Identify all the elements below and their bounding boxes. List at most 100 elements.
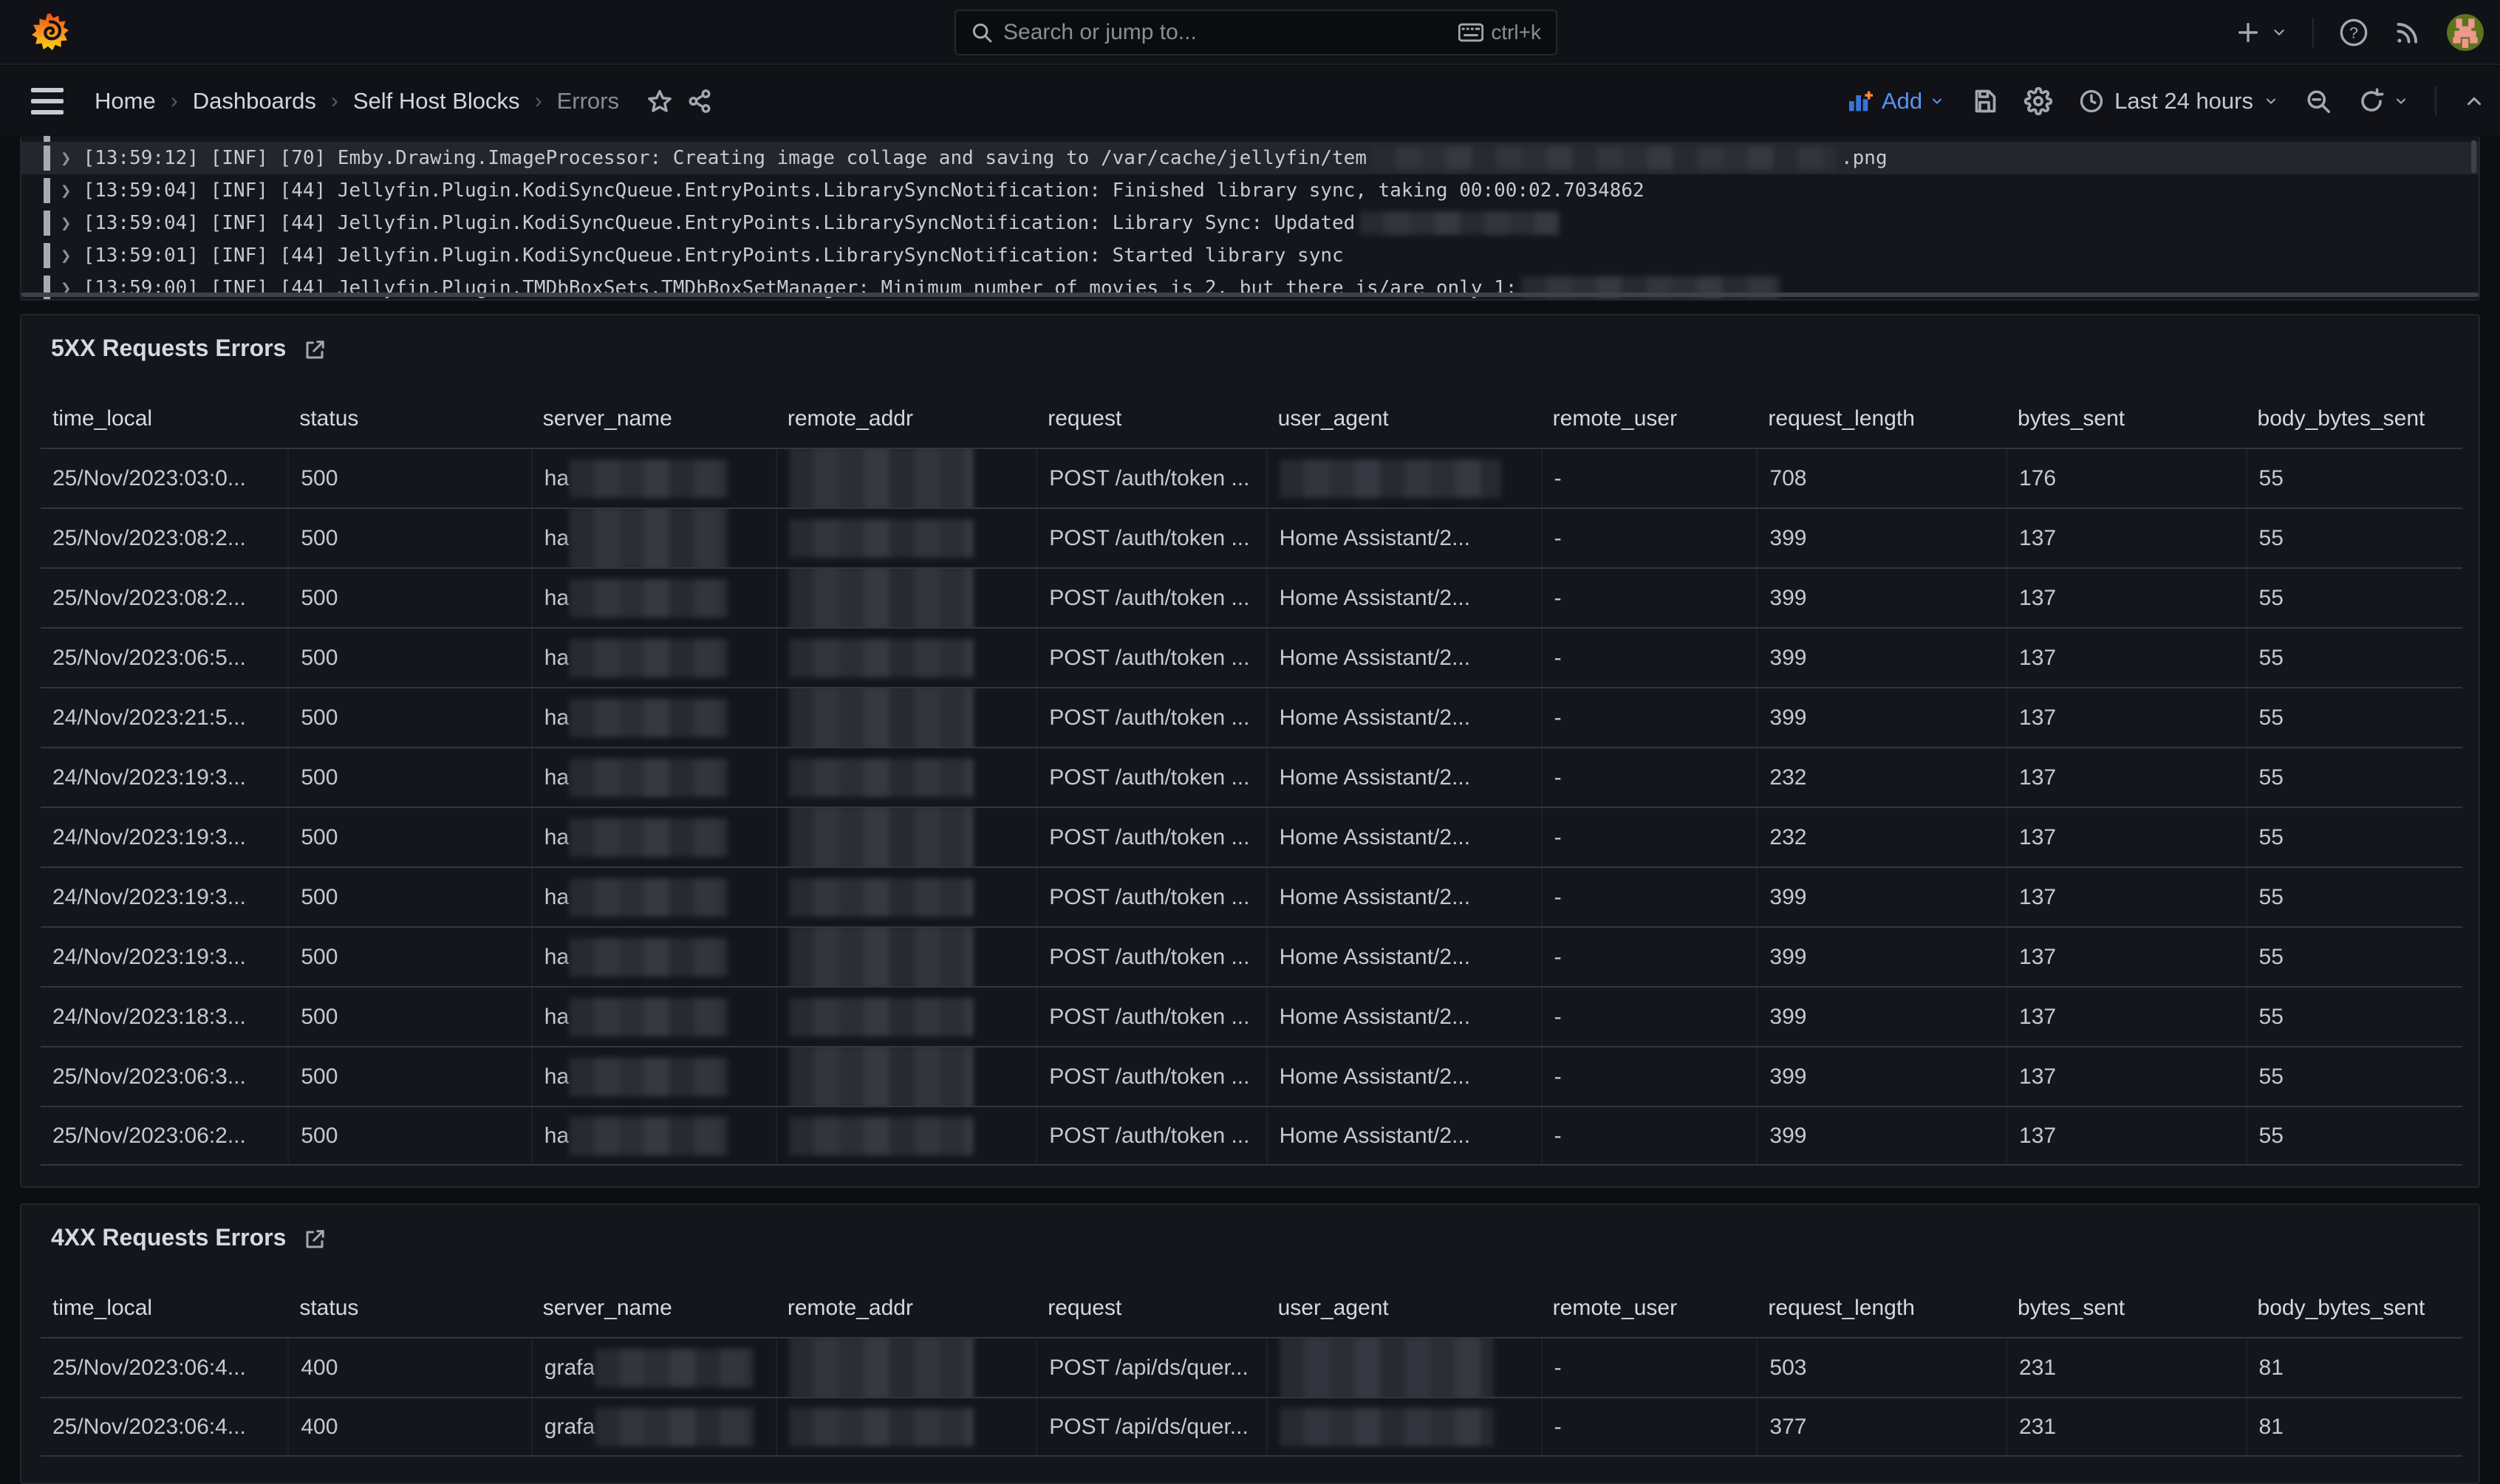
cell-text: 81	[2259, 1415, 2284, 1440]
horizontal-scrollbar[interactable]	[21, 293, 2479, 297]
help-button[interactable]: ?	[2339, 18, 2368, 47]
cell-text: Home Assistant/2...	[1280, 526, 1470, 551]
table-row[interactable]: 24/Nov/2023:19:3...500haPOST /auth/token…	[41, 866, 2462, 926]
table-cell: 81	[2246, 1338, 2462, 1397]
zoom-out-icon	[2305, 88, 2332, 114]
table-cell: 25/Nov/2023:06:4...	[41, 1338, 287, 1397]
external-link-icon[interactable]	[304, 339, 326, 361]
panel-title[interactable]: 5XX Requests Errors	[21, 315, 2479, 362]
column-header-time_local[interactable]: time_local	[41, 1279, 287, 1337]
cell-text: ha	[544, 586, 569, 611]
column-header-request_length[interactable]: request_length	[1756, 390, 2006, 448]
redacted-value	[789, 1338, 974, 1397]
log-row[interactable]: ❯[13:59:01] [INF] [44] Jellyfin.Plugin.K…	[21, 239, 2479, 272]
log-row[interactable]: ❯ [13:59:12] [INF] [70] Emby.Drawing.Imag…	[21, 142, 2479, 174]
avatar[interactable]	[2447, 14, 2484, 51]
add-button[interactable]: Add	[1848, 88, 1944, 114]
time-range-picker[interactable]: Last 24 hours	[2079, 88, 2278, 114]
column-header-time_local[interactable]: time_local	[41, 390, 287, 448]
log-row[interactable]	[21, 136, 2479, 142]
search-input[interactable]: Search or jump to... ctrl+k	[954, 10, 1557, 55]
column-header-bytes_sent[interactable]: bytes_sent	[2006, 390, 2246, 448]
table-row[interactable]: 24/Nov/2023:19:3...500haPOST /auth/token…	[41, 747, 2462, 807]
cell-text: -	[1554, 646, 1562, 671]
log-message: [13:59:04] [INF] [44] Jellyfin.Plugin.Ko…	[83, 212, 1355, 234]
cell-text: POST /api/ds/quer...	[1049, 1415, 1249, 1440]
redacted-value	[789, 519, 974, 558]
table-row[interactable]: 25/Nov/2023:08:2...500haPOST /auth/token…	[41, 567, 2462, 627]
cell-text: -	[1554, 1124, 1562, 1149]
table-cell: 137	[2006, 629, 2246, 687]
table-row[interactable]: 24/Nov/2023:18:3...500haPOST /auth/token…	[41, 986, 2462, 1046]
table-row[interactable]: 25/Nov/2023:06:2...500haPOST /auth/token…	[41, 1106, 2462, 1166]
column-header-bytes_sent[interactable]: bytes_sent	[2006, 1279, 2246, 1337]
table-row[interactable]: 24/Nov/2023:21:5...500haPOST /auth/token…	[41, 687, 2462, 747]
favorite-button[interactable]	[647, 89, 672, 114]
panel-title[interactable]: 4XX Requests Errors	[21, 1205, 2479, 1251]
column-header-request[interactable]: request	[1036, 1279, 1266, 1337]
kiosk-collapse-button[interactable]	[2463, 90, 2485, 112]
expand-chevron-icon[interactable]: ❯	[61, 180, 71, 201]
column-header-server_name[interactable]: server_name	[531, 390, 776, 448]
menu-icon[interactable]	[31, 88, 64, 114]
redacted-value	[1280, 1408, 1494, 1446]
expand-chevron-icon[interactable]: ❯	[61, 148, 71, 168]
vertical-scrollbar[interactable]	[2471, 140, 2476, 173]
zoom-out-button[interactable]	[2305, 88, 2332, 114]
save-button[interactable]	[1971, 88, 1998, 114]
log-row[interactable]: ❯ [13:59:04] [INF] [44] Jellyfin.Plugin.K…	[21, 207, 2479, 239]
expand-chevron-icon[interactable]: ❯	[61, 245, 71, 266]
column-header-request[interactable]: request	[1036, 390, 1266, 448]
new-button[interactable]	[2236, 20, 2287, 45]
table-cell: POST /auth/token ...	[1036, 509, 1266, 567]
redacted-value	[789, 1117, 974, 1155]
table-row[interactable]: 24/Nov/2023:19:3...500haPOST /auth/token…	[41, 926, 2462, 986]
dashboard-settings-button[interactable]	[2024, 87, 2052, 115]
grafana-logo-icon[interactable]	[31, 11, 69, 52]
log-row[interactable]: ❯[13:59:04] [INF] [44] Jellyfin.Plugin.K…	[21, 174, 2479, 207]
column-header-remote_addr[interactable]: remote_addr	[776, 390, 1036, 448]
table-row[interactable]: 25/Nov/2023:03:0...500haPOST /auth/token…	[41, 448, 2462, 507]
cell-text: 55	[2259, 945, 2284, 970]
column-header-request_length[interactable]: request_length	[1756, 1279, 2006, 1337]
table-cell: grafa	[531, 1398, 776, 1455]
column-header-remote_user[interactable]: remote_user	[1541, 1279, 1757, 1337]
table-cell: POST /auth/token ...	[1036, 928, 1266, 986]
cell-text: 500	[301, 825, 338, 850]
column-header-body_bytes_sent[interactable]: body_bytes_sent	[2246, 390, 2462, 448]
cell-text: 55	[2259, 1124, 2284, 1149]
breadcrumb-dashboards[interactable]: Dashboards	[193, 88, 316, 114]
table-4xx: time_localstatusserver_nameremote_addrre…	[41, 1279, 2462, 1457]
table-cell: Home Assistant/2...	[1266, 629, 1541, 687]
column-header-user_agent[interactable]: user_agent	[1266, 390, 1541, 448]
cell-text: 137	[2019, 586, 2056, 611]
external-link-icon[interactable]	[304, 1228, 326, 1251]
breadcrumb-folder[interactable]: Self Host Blocks	[353, 88, 520, 114]
column-header-server_name[interactable]: server_name	[531, 1279, 776, 1337]
table-cell: Home Assistant/2...	[1266, 808, 1541, 866]
column-header-status[interactable]: status	[287, 1279, 530, 1337]
table-row[interactable]: 25/Nov/2023:06:5...500haPOST /auth/token…	[41, 627, 2462, 687]
table-row[interactable]: 25/Nov/2023:06:3...500haPOST /auth/token…	[41, 1046, 2462, 1106]
breadcrumb-home[interactable]: Home	[95, 88, 156, 114]
column-header-remote_addr[interactable]: remote_addr	[776, 1279, 1036, 1337]
log-message: [13:59:12] [INF] [70] Emby.Drawing.Image…	[83, 147, 1367, 169]
column-header-user_agent[interactable]: user_agent	[1266, 1279, 1541, 1337]
table-row[interactable]: 25/Nov/2023:08:2...500haPOST /auth/token…	[41, 507, 2462, 567]
news-button[interactable]	[2394, 18, 2422, 47]
cell-text: ha	[544, 945, 569, 970]
cell-text: ha	[544, 1064, 569, 1090]
table-cell: Home Assistant/2...	[1266, 1107, 1541, 1164]
refresh-button[interactable]	[2358, 88, 2408, 114]
table-row[interactable]: 25/Nov/2023:06:4...400grafaPOST /api/ds/…	[41, 1337, 2462, 1397]
column-header-status[interactable]: status	[287, 390, 530, 448]
table-row[interactable]: 25/Nov/2023:06:4...400grafaPOST /api/ds/…	[41, 1397, 2462, 1457]
expand-chevron-icon[interactable]: ❯	[61, 213, 71, 233]
table-cell: 232	[1756, 748, 2006, 807]
column-header-remote_user[interactable]: remote_user	[1541, 390, 1757, 448]
table-5xx: time_localstatusserver_nameremote_addrre…	[41, 390, 2462, 1166]
table-row[interactable]: 24/Nov/2023:19:3...500haPOST /auth/token…	[41, 807, 2462, 866]
cell-text: -	[1554, 885, 1562, 910]
share-button[interactable]	[687, 89, 712, 114]
column-header-body_bytes_sent[interactable]: body_bytes_sent	[2246, 1279, 2462, 1337]
